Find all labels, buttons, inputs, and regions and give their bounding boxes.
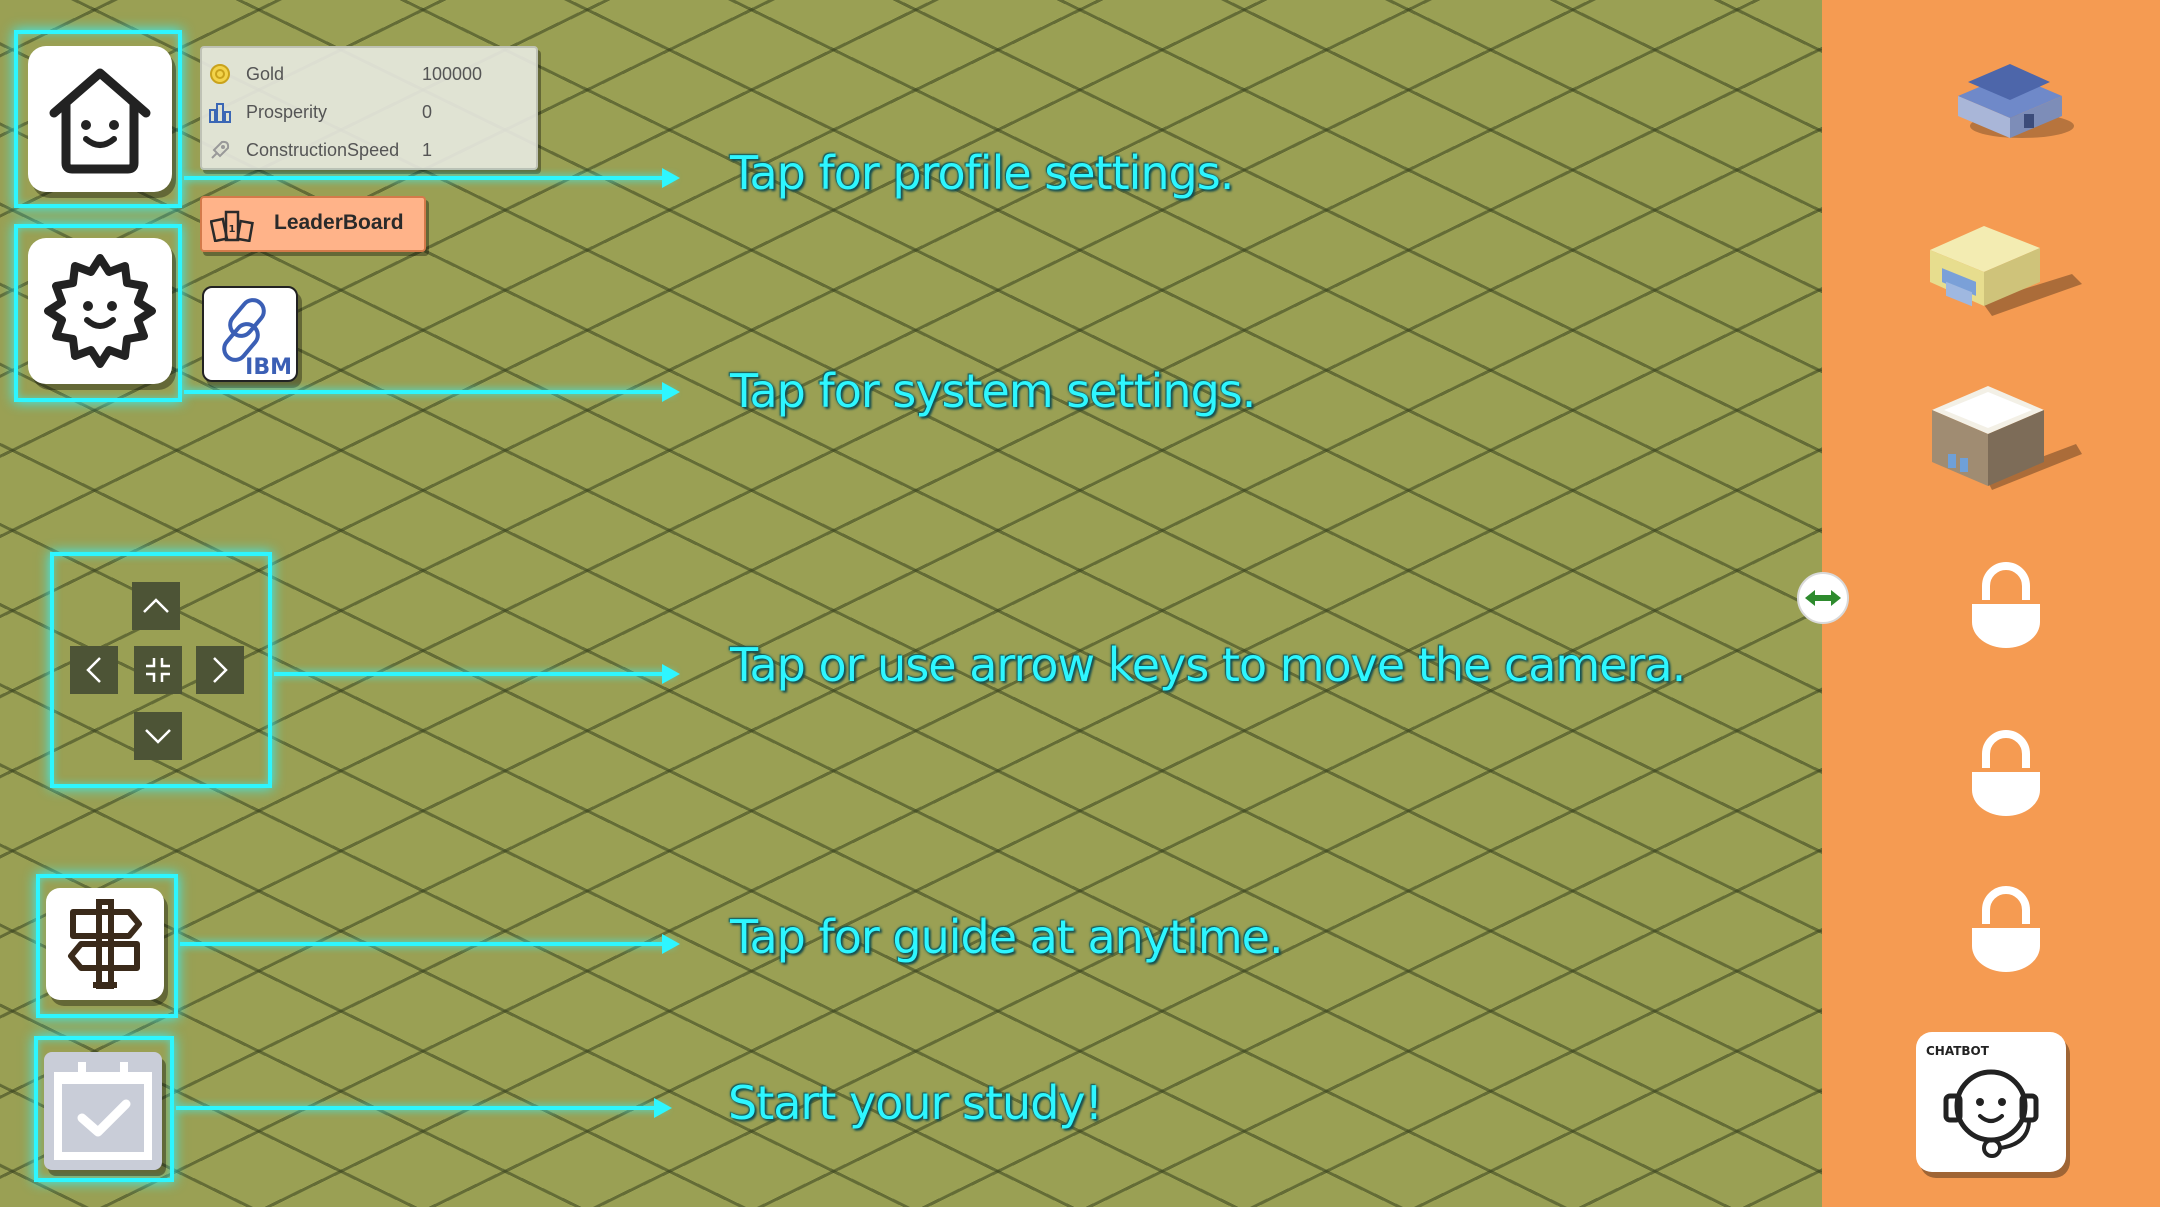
profile-caption: Tap for profile settings. — [730, 146, 1234, 200]
ibm-button[interactable]: IBM — [202, 286, 298, 382]
speed-value: 1 — [422, 139, 433, 160]
camera-right-button[interactable] — [196, 646, 244, 694]
chevron-right-icon — [213, 657, 228, 683]
speed-row: ConstructionSpeed 1 — [202, 132, 536, 168]
speed-label: ConstructionSpeed — [246, 139, 400, 160]
chatbot-button[interactable]: CHATBOT — [1916, 1032, 2066, 1172]
camera-down-button[interactable] — [134, 712, 182, 760]
support-headset-icon — [1943, 1069, 2039, 1158]
prosperity-buildings-icon — [209, 103, 231, 123]
gold-label: Gold — [246, 63, 285, 84]
chevron-up-icon — [143, 598, 169, 613]
prosperity-label: Prosperity — [246, 101, 328, 122]
guide-pointer-arrow — [180, 934, 680, 954]
rocket-icon — [211, 140, 230, 159]
system-caption: Tap for system settings. — [730, 364, 1256, 418]
study-pointer-arrow — [176, 1098, 672, 1118]
sidebar-toggle-button[interactable] — [1797, 572, 1849, 624]
gold-value: 100000 — [422, 63, 483, 84]
study-caption: Start your study! — [728, 1076, 1103, 1130]
office-building-item[interactable] — [1926, 374, 2086, 494]
system-pointer-arrow — [184, 382, 680, 402]
resource-panel: Gold 100000 Prosperity 0 ConstructionSpe… — [200, 46, 538, 170]
leaderboard-label: LeaderBoard — [274, 211, 404, 234]
leaderboard-icon: 1 — [210, 210, 254, 242]
chatbot-label: CHATBOT — [1926, 1044, 1989, 1058]
locked-slot-2-icon — [1972, 730, 2040, 816]
recenter-icon — [146, 658, 170, 682]
camera-pointer-arrow — [274, 664, 680, 684]
camera-center-button[interactable] — [134, 646, 182, 694]
guide-caption: Tap for guide at anytime. — [730, 910, 1284, 964]
double-arrow-horizontal-icon — [1805, 590, 1841, 606]
camera-up-button[interactable] — [132, 582, 180, 630]
chevron-left-icon — [86, 657, 101, 683]
chevron-down-icon — [145, 729, 171, 744]
prosperity-row: Prosperity 0 — [202, 94, 536, 130]
ibm-label: IBM — [245, 355, 292, 380]
leaderboard-button[interactable]: 1 LeaderBoard — [200, 196, 426, 252]
svg-text:1: 1 — [229, 224, 236, 235]
profile-pointer-arrow — [184, 168, 680, 188]
gold-row: Gold 100000 — [202, 56, 536, 92]
settings-button[interactable] — [28, 238, 172, 384]
profile-button[interactable] — [28, 46, 172, 192]
gold-coin-icon — [210, 64, 230, 84]
study-button[interactable] — [44, 1052, 162, 1170]
camera-caption: Tap or use arrow keys to move the camera… — [730, 638, 1686, 692]
house-building-item[interactable] — [1950, 56, 2080, 146]
prosperity-value: 0 — [422, 101, 433, 122]
guide-button[interactable] — [46, 888, 164, 1000]
shop-building-item[interactable] — [1922, 212, 2082, 322]
signpost-icon — [68, 899, 142, 989]
gear-smile-icon — [44, 254, 156, 368]
camera-left-button[interactable] — [70, 646, 118, 694]
locked-slot-3-icon — [1972, 886, 2040, 972]
calendar-check-icon — [54, 1062, 152, 1160]
home-smile-icon — [49, 68, 151, 174]
locked-slot-1-icon — [1972, 562, 2040, 648]
